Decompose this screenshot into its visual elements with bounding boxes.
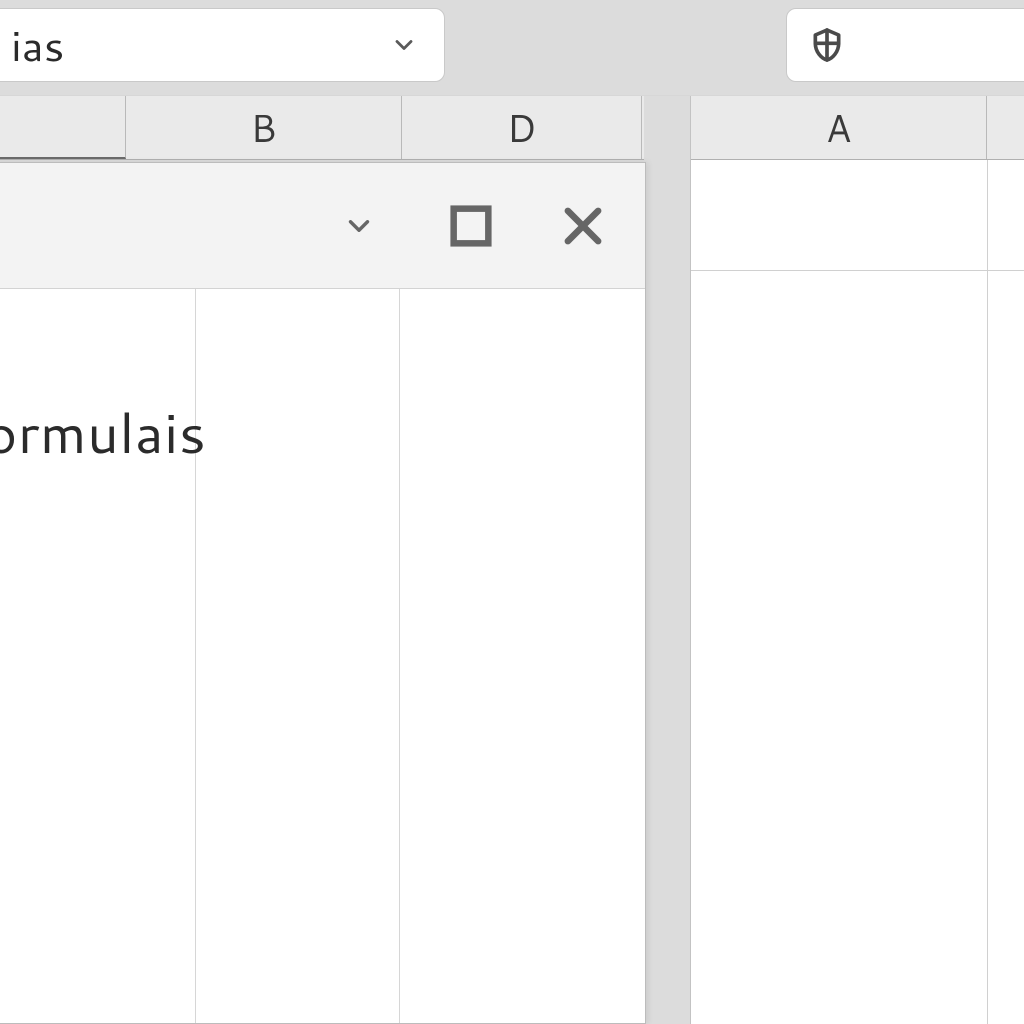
style-dropdown[interactable] [786, 8, 1024, 82]
dialog-window: ormulais [0, 162, 646, 1024]
spreadsheet-right[interactable]: A [690, 96, 1024, 1024]
toolbar: ias [0, 0, 1024, 95]
column-header-d[interactable]: D [402, 96, 642, 159]
dialog-body: ormulais [0, 289, 645, 1023]
dialog-titlebar[interactable] [0, 163, 645, 289]
close-button[interactable] [557, 200, 609, 252]
window-gap [644, 96, 690, 1024]
cell-grid[interactable] [691, 160, 1024, 1024]
dialog-heading: ormulais [0, 393, 206, 471]
chevron-down-icon [390, 31, 418, 59]
column-divider [987, 160, 988, 1024]
shield-icon [807, 25, 847, 65]
font-dropdown[interactable]: ias [0, 8, 445, 82]
font-dropdown-label: ias [11, 15, 390, 75]
maximize-button[interactable] [445, 200, 497, 252]
minimize-button[interactable] [333, 200, 385, 252]
column-divider [399, 289, 400, 1023]
row-divider [691, 270, 1024, 271]
column-header-b[interactable]: B [126, 96, 402, 159]
column-header-row: B D [0, 96, 644, 160]
column-header-row: A [691, 96, 1024, 160]
column-header-a[interactable]: A [691, 96, 987, 159]
column-header-a[interactable] [0, 96, 126, 159]
column-header-b[interactable] [987, 96, 1024, 159]
